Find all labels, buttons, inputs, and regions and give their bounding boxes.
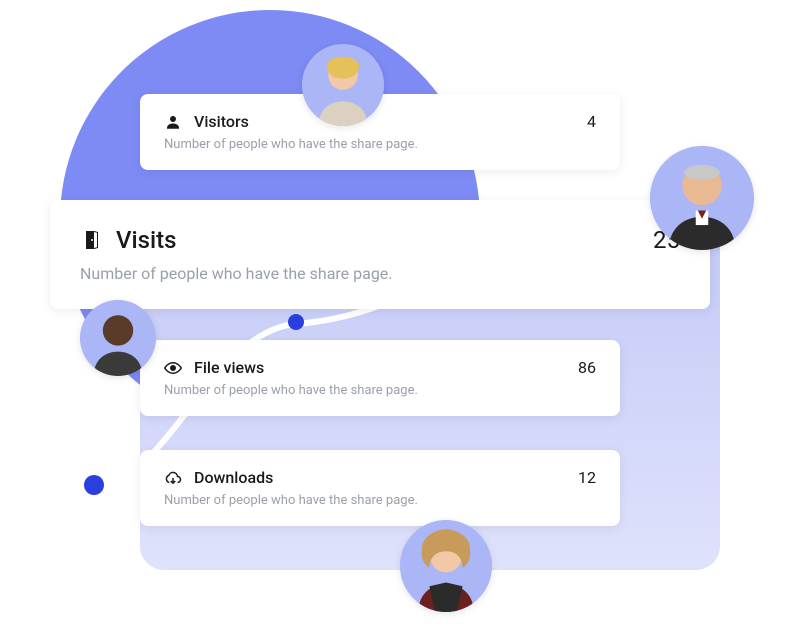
metric-desc: Number of people who have the share page… — [164, 493, 596, 508]
metric-card-fileviews[interactable]: File views 86 Number of people who have … — [140, 340, 620, 416]
cloud-download-icon — [164, 469, 182, 487]
metric-title: Visits — [116, 226, 176, 254]
metric-title: File views — [194, 358, 264, 377]
metric-title: Downloads — [194, 468, 273, 487]
metric-desc: Number of people who have the share page… — [164, 383, 596, 398]
avatar — [650, 146, 754, 250]
metric-value: 12 — [578, 468, 596, 487]
avatar — [302, 44, 384, 126]
door-icon — [80, 228, 104, 252]
metric-card-visitors[interactable]: Visitors 4 Number of people who have the… — [140, 94, 620, 170]
avatar — [80, 300, 156, 376]
metric-title: Visitors — [194, 112, 249, 131]
metric-desc: Number of people who have the share page… — [164, 137, 596, 152]
metric-value: 4 — [587, 112, 596, 131]
metric-card-downloads[interactable]: Downloads 12 Number of people who have t… — [140, 450, 620, 526]
metric-card-visits[interactable]: Visits 25 Number of people who have the … — [50, 200, 710, 309]
metric-desc: Number of people who have the share page… — [80, 264, 680, 283]
user-icon — [164, 113, 182, 131]
eye-icon — [164, 359, 182, 377]
avatar — [400, 520, 492, 612]
metric-value: 86 — [578, 358, 596, 377]
